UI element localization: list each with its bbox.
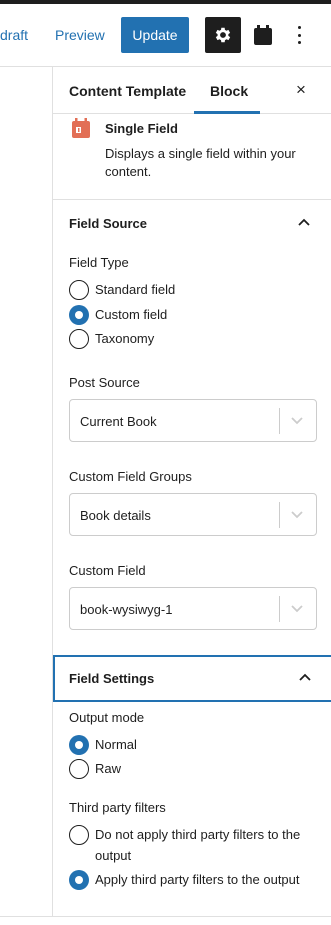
tab-block[interactable]: Block bbox=[210, 83, 248, 99]
radio-button[interactable] bbox=[69, 825, 89, 845]
radio-label: Raw bbox=[95, 761, 122, 776]
settings-button[interactable] bbox=[205, 17, 241, 53]
block-description: Displays a single field within your cont… bbox=[105, 146, 296, 179]
custom-field-groups-select[interactable]: Book details bbox=[69, 493, 317, 536]
dot bbox=[297, 41, 301, 44]
custom-field-groups-label: Custom Field Groups bbox=[69, 469, 192, 484]
radio-label: Do not apply third party filters to the … bbox=[95, 827, 301, 863]
update-button[interactable]: Update bbox=[121, 17, 189, 53]
output-mode-label: Output mode bbox=[69, 710, 145, 725]
field-source-title: Field Source bbox=[69, 216, 148, 231]
sidebar-tabs: Content Template Block × bbox=[53, 67, 331, 114]
more-options-button[interactable] bbox=[290, 24, 308, 46]
radio-label: Standard field bbox=[95, 282, 176, 297]
chevron-up-icon bbox=[298, 218, 310, 226]
field-settings-panel-toggle[interactable]: Field Settings bbox=[53, 655, 331, 702]
select-value: Current Book bbox=[80, 414, 157, 429]
radio-button[interactable] bbox=[69, 280, 89, 300]
radio-label: Apply third party filters to the output bbox=[95, 872, 300, 887]
dot bbox=[297, 33, 301, 37]
chevron-down-icon bbox=[291, 511, 303, 519]
select-separator bbox=[279, 408, 280, 434]
toolbar-top-edge bbox=[0, 0, 331, 4]
block-card: Single Field Displays a single field wit… bbox=[53, 114, 331, 200]
custom-field-select[interactable]: book-wysiwyg-1 bbox=[69, 587, 317, 630]
radio-do-not-apply-filters[interactable]: Do not apply third party filters to the … bbox=[69, 825, 319, 867]
select-value: Book details bbox=[80, 508, 151, 523]
field-type-label: Field Type bbox=[69, 255, 129, 270]
save-draft-button[interactable]: draft bbox=[0, 27, 28, 43]
radio-label: Custom field bbox=[95, 307, 168, 322]
custom-field-label: Custom Field bbox=[69, 563, 146, 578]
panel-bottom-border bbox=[0, 916, 331, 917]
radio-button-checked[interactable] bbox=[69, 870, 89, 890]
chevron-down-icon bbox=[291, 417, 303, 425]
post-source-select[interactable]: Current Book bbox=[69, 399, 317, 442]
radio-button-checked[interactable] bbox=[69, 305, 89, 325]
editor-toolbar: draft Preview Update bbox=[0, 0, 331, 67]
third-party-filters-label: Third party filters bbox=[69, 800, 166, 815]
plugin-button[interactable] bbox=[253, 25, 273, 45]
radio-label: Normal bbox=[95, 737, 137, 752]
chevron-up-icon bbox=[299, 673, 311, 681]
select-separator bbox=[279, 502, 280, 528]
block-title: Single Field bbox=[105, 121, 178, 136]
chevron-down-icon bbox=[291, 605, 303, 613]
select-separator bbox=[279, 596, 280, 622]
tab-content-template[interactable]: Content Template bbox=[69, 83, 186, 99]
dot bbox=[297, 26, 301, 29]
radio-button[interactable] bbox=[69, 329, 89, 349]
gear-icon bbox=[215, 27, 231, 43]
close-icon[interactable]: × bbox=[296, 80, 306, 100]
radio-button[interactable] bbox=[69, 759, 89, 779]
single-field-icon bbox=[72, 118, 90, 138]
field-settings-title: Field Settings bbox=[69, 671, 155, 686]
radio-label: Taxonomy bbox=[95, 331, 155, 346]
post-source-label: Post Source bbox=[69, 375, 140, 390]
plugin-icon bbox=[254, 25, 272, 45]
field-source-panel-toggle[interactable]: Field Source bbox=[53, 200, 331, 247]
select-value: book-wysiwyg-1 bbox=[80, 602, 173, 617]
preview-button[interactable]: Preview bbox=[55, 27, 105, 43]
radio-button-checked[interactable] bbox=[69, 735, 89, 755]
